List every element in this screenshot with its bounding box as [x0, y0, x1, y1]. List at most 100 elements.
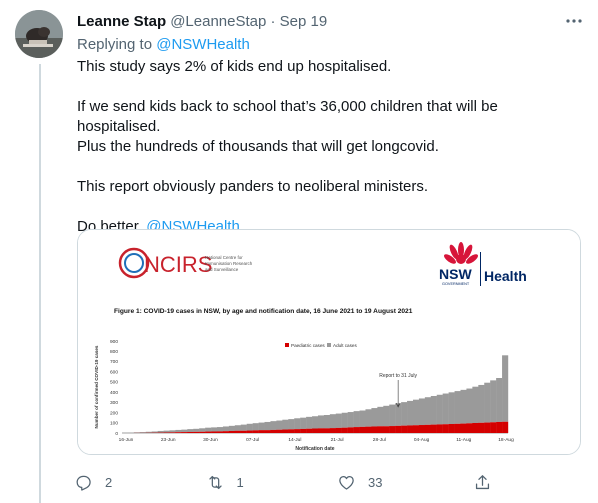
adult-cases-bar: [418, 398, 426, 426]
heart-icon: [339, 475, 354, 490]
paediatric-cases-bar: [222, 431, 230, 433]
adult-cases-bar: [288, 419, 295, 430]
retweet-button[interactable]: 1: [206, 473, 247, 492]
y-tick-label: 800: [110, 349, 118, 355]
paediatric-cases-bar: [395, 425, 402, 433]
adult-cases-bar: [217, 427, 224, 432]
paediatric-cases-bar: [211, 431, 218, 433]
paediatric-cases-bar: [276, 429, 283, 433]
y-tick-label: 0: [115, 431, 118, 437]
paediatric-cases-bar: [300, 428, 307, 433]
reply-button[interactable]: 2: [74, 473, 115, 492]
paediatric-cases-bar: [163, 432, 170, 433]
replying-to-label: Replying to: [77, 36, 157, 53]
paediatric-cases-bar: [484, 422, 491, 433]
chart-title: Figure 1: COVID-19 cases in NSW, by age …: [114, 308, 413, 315]
paediatric-cases-bar: [199, 431, 206, 433]
x-tick-label: 18-Aug: [498, 437, 514, 443]
x-tick-label: 11-Aug: [456, 437, 471, 443]
adult-cases-bar: [341, 412, 348, 428]
avatar[interactable]: [15, 10, 63, 58]
legend-label-paediatric: Paediatric cases: [291, 343, 325, 348]
paediatric-cases-bar: [246, 430, 253, 433]
y-tick-label: 100: [110, 421, 118, 427]
paediatric-cases-bar: [306, 428, 313, 433]
paediatric-cases-bar: [424, 424, 431, 433]
legend-label-adult: Adult cases: [333, 343, 357, 348]
paediatric-cases-bar: [466, 423, 473, 433]
adult-cases-bar: [264, 421, 271, 431]
replying-to-mention-link[interactable]: @NSWHealth: [156, 36, 250, 53]
nsw-government-text: GOVERNMENT: [442, 282, 470, 286]
adult-cases-bar: [323, 415, 331, 429]
more-options-button[interactable]: [563, 10, 585, 32]
adult-cases-bar: [317, 415, 325, 429]
adult-cases-bar: [472, 386, 479, 423]
adult-cases-bar: [442, 393, 449, 425]
adult-cases-bar: [252, 423, 259, 431]
paediatric-cases-bar: [478, 422, 485, 433]
replying-to-line: Replying to @NSWHealth: [77, 34, 585, 55]
like-count: 33: [368, 474, 383, 490]
adult-cases-bar: [359, 410, 366, 427]
adult-cases-bar: [157, 430, 164, 433]
paediatric-cases-bar: [448, 424, 455, 433]
adult-cases-bar: [151, 431, 158, 433]
paediatric-cases-bar: [288, 429, 295, 433]
ellipsis-icon: [566, 19, 582, 23]
adult-cases-bar: [145, 431, 152, 433]
adult-cases-bar: [240, 424, 247, 431]
retweet-icon: [208, 475, 222, 489]
paediatric-cases-bar: [240, 430, 247, 433]
paediatric-cases-bar: [502, 421, 509, 433]
adult-cases-bar: [365, 409, 372, 427]
paediatric-cases-bar: [401, 425, 408, 433]
tweet-content: Leanne Stap @LeanneStap · Sep 19 Replyin…: [77, 10, 585, 237]
reply-count: 2: [105, 474, 113, 490]
display-name[interactable]: Leanne Stap: [77, 13, 166, 30]
ncirs-subtitle-line: and Surveillance: [205, 267, 239, 272]
adult-cases-bar: [187, 429, 194, 432]
adult-cases-bar: [490, 380, 497, 423]
y-tick-label: 700: [110, 359, 118, 365]
paediatric-cases-bar: [270, 429, 277, 433]
paediatric-cases-bar: [490, 422, 497, 433]
y-tick-label: 500: [110, 380, 118, 386]
adult-cases-bar: [169, 430, 176, 433]
adult-cases-bar: [211, 427, 218, 432]
paediatric-cases-bar: [353, 427, 360, 433]
adult-cases-bar: [329, 414, 336, 429]
paediatric-cases-bar: [258, 430, 265, 433]
handle-and-timestamp[interactable]: @LeanneStap · Sep 19: [170, 13, 327, 30]
paediatric-cases-bar: [193, 431, 200, 433]
share-button[interactable]: [473, 473, 514, 492]
x-tick-label: 04-Aug: [414, 437, 430, 443]
paediatric-cases-bar: [418, 425, 426, 433]
report-figure-image: NCIRS National Centre for Immunisation R…: [78, 230, 580, 454]
paediatric-cases-bar: [312, 428, 319, 433]
adult-cases-bar: [163, 430, 170, 433]
adult-cases-bar: [294, 418, 301, 430]
paediatric-cases-bar: [217, 431, 224, 433]
adult-cases-bar: [234, 425, 241, 431]
paediatric-cases-bar: [169, 432, 176, 433]
adult-cases-bar: [282, 419, 289, 430]
adult-cases-bar: [312, 416, 319, 429]
paediatric-cases-bar: [294, 429, 301, 433]
x-tick-label: 07-Jul: [246, 437, 259, 443]
ncirs-subtitle-line: National Centre for: [205, 255, 243, 260]
tweet-text: This study says 2% of kids end up hospit…: [77, 57, 585, 237]
paediatric-cases-bar: [365, 426, 372, 433]
paediatric-cases-bar: [234, 430, 241, 433]
paediatric-cases-bar: [496, 421, 503, 433]
like-button[interactable]: 33: [337, 473, 382, 492]
x-tick-label: 14-Jul: [288, 437, 301, 443]
adult-cases-bar: [335, 413, 342, 428]
adult-cases-bar: [347, 412, 354, 428]
paediatric-cases-bar: [430, 424, 437, 433]
tweet-image[interactable]: NCIRS National Centre for Immunisation R…: [77, 229, 581, 455]
adult-cases-bar: [383, 405, 390, 427]
paediatric-cases-bar: [377, 426, 384, 433]
x-tick-label: 16-Jun: [119, 437, 134, 443]
tweet-header: Leanne Stap @LeanneStap · Sep 19: [77, 10, 585, 32]
